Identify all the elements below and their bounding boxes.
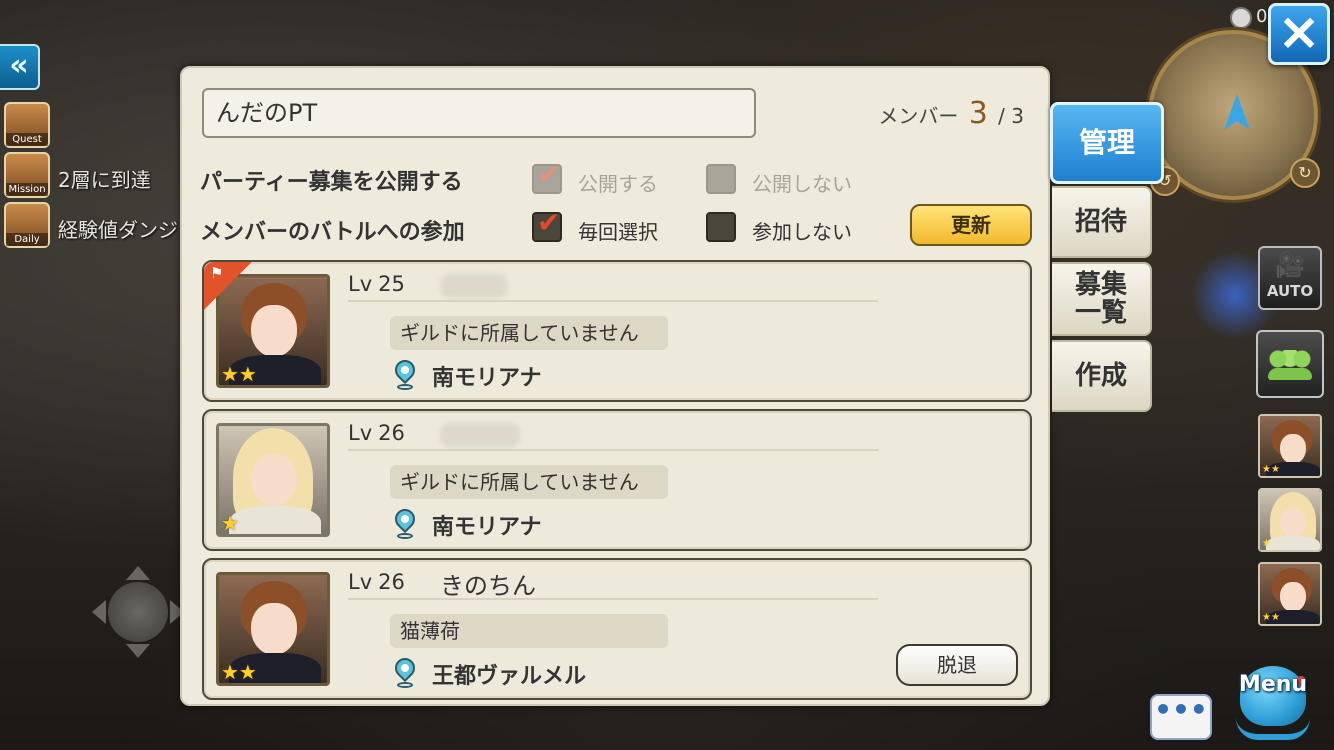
member-name: きのちん (440, 572, 536, 600)
mission-text[interactable]: 2層に到達 (58, 164, 151, 193)
member-portrait: ★ (216, 423, 330, 537)
recruit-private-label: 公開しない (752, 172, 852, 196)
portrait-face (1280, 508, 1306, 538)
recruit-private-checkbox[interactable] (706, 164, 736, 194)
party-member-portrait[interactable]: ★★ (1258, 414, 1322, 478)
location-pin-icon (390, 653, 420, 688)
party-member-portrait[interactable]: ★★ (1258, 562, 1322, 626)
daily-button[interactable]: Daily (4, 202, 50, 248)
quest-button[interactable]: Quest (4, 102, 50, 148)
blurred-player-name (440, 274, 508, 298)
tab-invite[interactable]: 招待 (1052, 186, 1152, 258)
close-button[interactable]: × (1268, 3, 1330, 65)
member-count-current: 3 (968, 96, 988, 131)
battle-no-join-checkbox[interactable] (706, 212, 736, 242)
member-card[interactable]: ★★ Lv 26 きのちん 猫薄荷 王都ヴァルメル 脱退 (202, 558, 1032, 700)
level-value: 26 (378, 421, 405, 445)
collapse-hud-button[interactable]: « (0, 44, 40, 90)
member-count: メンバー 3 / 3 (878, 96, 1024, 131)
tab-manage[interactable]: 管理 (1050, 102, 1164, 184)
recruit-public-checkbox[interactable]: ✔ (532, 160, 562, 194)
level-value: 25 (378, 272, 405, 296)
movement-dpad[interactable] (92, 566, 184, 658)
name-underline (348, 449, 878, 451)
battle-no-join-label: 参加しない (752, 220, 852, 244)
portrait-face (251, 454, 297, 506)
portrait-coat (229, 506, 321, 534)
rarity-stars: ★★ (221, 660, 257, 684)
member-guild: ギルドに所属していません (390, 465, 668, 499)
mini-stars: ★★ (1262, 464, 1280, 475)
level-value: 26 (378, 570, 405, 594)
battle-every-time-label: 毎回選択 (578, 220, 658, 244)
portrait-face (251, 305, 297, 357)
mission-button[interactable]: Mission (4, 152, 50, 198)
party-button[interactable] (1256, 330, 1324, 398)
dpad-up-icon (126, 566, 150, 580)
level-label: Lv (348, 421, 373, 445)
member-level: Lv 26 (348, 421, 405, 445)
menu-mascot-legs (1236, 718, 1310, 740)
checkmark-icon: ✔ (537, 206, 561, 239)
dpad-left-icon (92, 600, 106, 624)
member-card[interactable]: ★★ Lv25 ギルドに所属していません 南モリアナ (202, 260, 1032, 402)
member-guild: ギルドに所属していません (390, 316, 668, 350)
checkmark-icon: ✔ (537, 158, 561, 191)
blurred-player-name (440, 423, 520, 447)
camera-icon: 🎥 (1275, 251, 1305, 279)
party-icon (1266, 350, 1314, 380)
portrait-coat (1266, 536, 1320, 550)
party-member-portrait[interactable]: ★ (1258, 488, 1322, 552)
location-pin-icon (390, 504, 420, 539)
party-management-panel: んだのPT メンバー 3 / 3 パーティー募集を公開する ✔ 公開する 公開し… (180, 66, 1050, 706)
member-count-label: メンバー (878, 104, 959, 128)
member-count-max: / 3 (998, 104, 1024, 128)
leader-flag-icon (204, 262, 252, 310)
tab-create[interactable]: 作成 (1052, 340, 1152, 412)
menu-button[interactable]: Menu (1226, 658, 1320, 748)
member-guild: 猫薄荷 (390, 614, 668, 648)
chat-button[interactable]: ••• (1150, 694, 1212, 740)
map-rotate-right-icon[interactable]: ↻ (1290, 158, 1320, 188)
menu-label: Menu (1238, 672, 1308, 697)
battle-every-time-checkbox[interactable]: ✔ (532, 208, 562, 242)
auto-button[interactable]: 🎥 AUTO (1258, 246, 1322, 310)
member-location: 南モリアナ (432, 515, 542, 540)
player-marker-icon (1224, 94, 1250, 130)
recruit-option-label: パーティー募集を公開する (200, 170, 463, 195)
battle-option-label: メンバーのバトルへの参加 (200, 220, 465, 245)
recruit-public-label: 公開する (578, 172, 658, 196)
rarity-stars: ★★ (221, 362, 257, 386)
member-card[interactable]: ★ Lv 26 ギルドに所属していません 南モリアナ (202, 409, 1032, 551)
portrait-face (251, 603, 297, 655)
quest-caption: Quest (6, 133, 48, 146)
mini-stars: ★ (1262, 538, 1271, 549)
party-name-field[interactable]: んだのPT (202, 88, 756, 138)
auto-label: AUTO (1266, 282, 1314, 300)
dpad-down-icon (126, 644, 150, 658)
name-underline (348, 300, 878, 302)
daily-text[interactable]: 経験値ダンジ (58, 214, 178, 243)
clock-text: 0 (1256, 6, 1268, 27)
daily-caption: Daily (6, 233, 48, 246)
level-label: Lv (348, 570, 373, 594)
rarity-stars: ★ (221, 511, 239, 535)
level-label: Lv (348, 272, 373, 296)
member-level: Lv 26 (348, 570, 405, 594)
mini-stars: ★★ (1262, 612, 1280, 623)
dpad-center (108, 582, 168, 642)
member-portrait: ★★ (216, 572, 330, 686)
portrait-face (1280, 434, 1306, 464)
member-location: 王都ヴァルメル (432, 664, 587, 689)
mission-caption: Mission (6, 183, 48, 196)
portrait-face (1280, 582, 1306, 612)
location-pin-icon (390, 355, 420, 390)
tab-recruit-list[interactable]: 募集 一覧 (1052, 262, 1152, 336)
member-level: Lv 25 (348, 272, 405, 296)
name-underline (348, 598, 878, 600)
leave-party-button[interactable]: 脱退 (896, 644, 1018, 686)
member-location: 南モリアナ (432, 366, 542, 391)
clock-icon (1230, 7, 1252, 29)
update-button[interactable]: 更新 (910, 204, 1032, 246)
